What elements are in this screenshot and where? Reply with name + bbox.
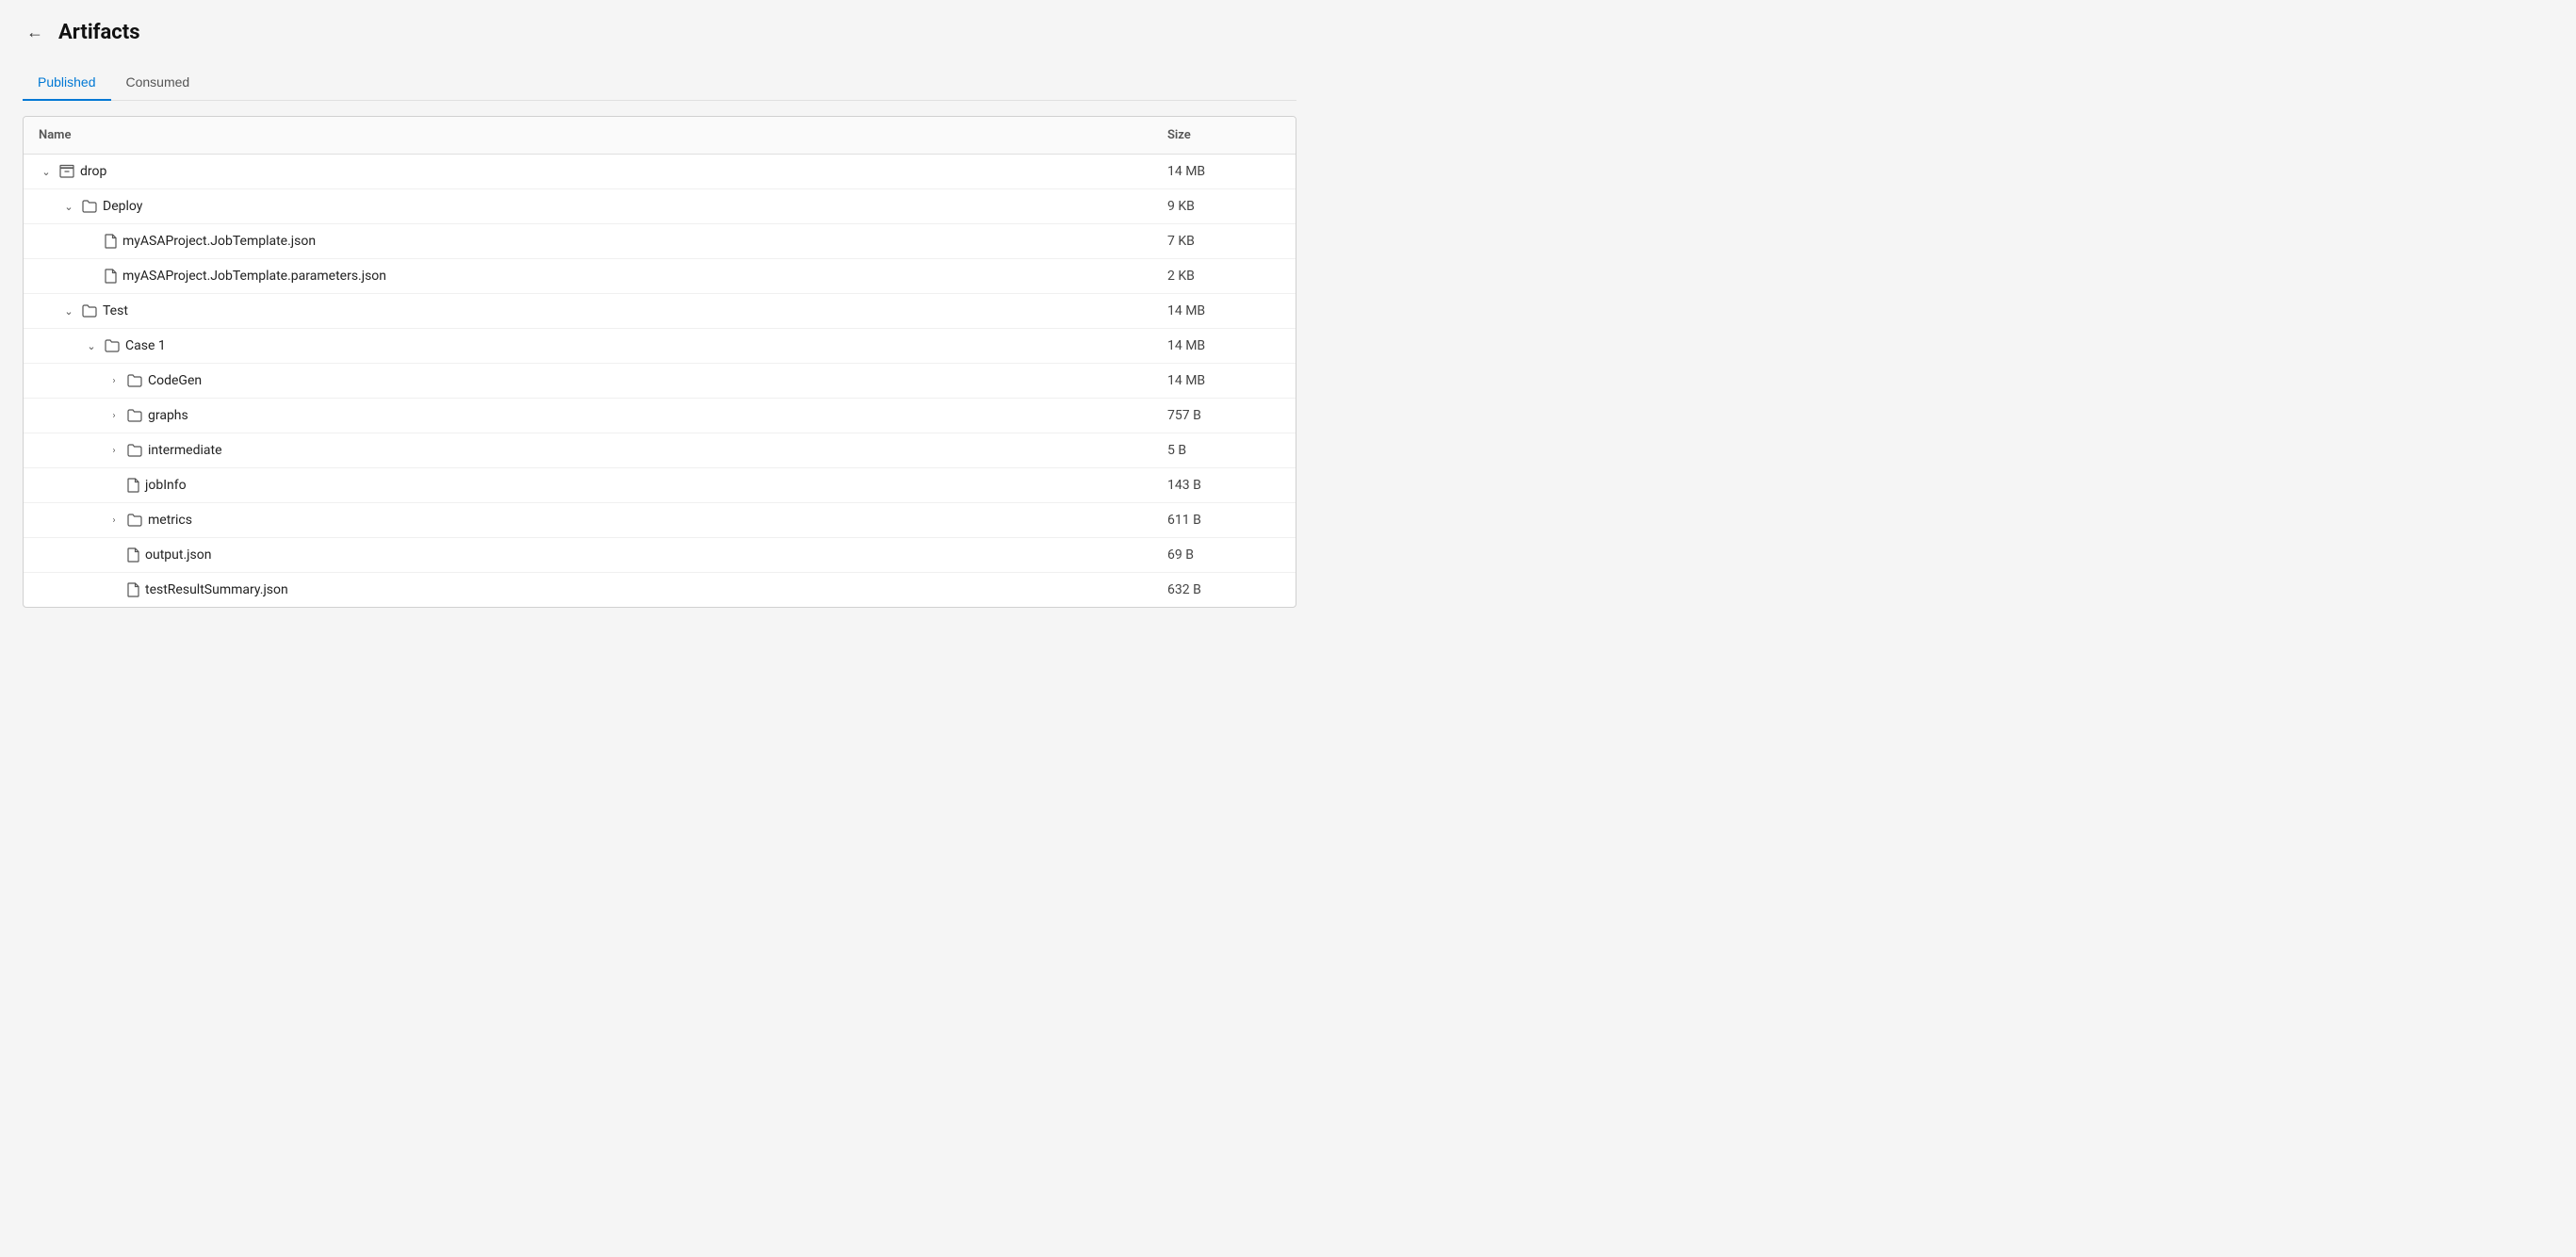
table-row: › CodeGen 14 MB	[24, 364, 1296, 399]
table-row: › intermediate 5 B	[24, 433, 1296, 468]
row-label: Deploy	[103, 199, 142, 214]
folder-icon	[127, 374, 142, 387]
row-name-file2: myASAProject.JobTemplate.parameters.json	[84, 269, 1167, 284]
row-label: testResultSummary.json	[145, 582, 288, 597]
row-name-file1: myASAProject.JobTemplate.json	[84, 234, 1167, 249]
table-row: testResultSummary.json 632 B	[24, 573, 1296, 607]
spacer	[84, 234, 99, 249]
page-container: ← Artifacts Published Consumed Name Size…	[0, 0, 1319, 627]
row-name-case1: ⌄ Case 1	[84, 338, 1167, 353]
column-name: Name	[39, 128, 1167, 142]
chevron-right-icon[interactable]: ›	[106, 443, 122, 458]
row-label: graphs	[148, 408, 188, 423]
row-label: intermediate	[148, 443, 222, 458]
file-icon	[105, 234, 117, 249]
file-icon	[127, 547, 139, 563]
file-icon	[127, 582, 139, 597]
column-size: Size	[1167, 128, 1280, 142]
table-row: output.json 69 B	[24, 538, 1296, 573]
row-name-test: ⌄ Test	[61, 303, 1167, 318]
tab-published[interactable]: Published	[23, 65, 111, 101]
folder-icon	[82, 200, 97, 213]
row-size: 632 B	[1167, 582, 1280, 597]
table-row: ⌄ Test 14 MB	[24, 294, 1296, 329]
row-size: 2 KB	[1167, 269, 1280, 284]
row-label: CodeGen	[148, 373, 202, 388]
row-size: 69 B	[1167, 547, 1280, 563]
row-name-drop: ⌄ drop	[39, 164, 1167, 179]
row-size: 14 MB	[1167, 303, 1280, 318]
table-row: ⌄ Deploy 9 KB	[24, 189, 1296, 224]
row-size: 14 MB	[1167, 164, 1280, 179]
chevron-down-icon[interactable]: ⌄	[61, 303, 76, 318]
spacer	[84, 269, 99, 284]
chevron-right-icon[interactable]: ›	[106, 373, 122, 388]
row-label: jobInfo	[145, 478, 187, 493]
table-row: jobInfo 143 B	[24, 468, 1296, 503]
chevron-right-icon[interactable]: ›	[106, 513, 122, 528]
row-name-metrics: › metrics	[106, 513, 1167, 528]
file-icon	[105, 269, 117, 284]
row-size: 7 KB	[1167, 234, 1280, 249]
row-name-intermediate: › intermediate	[106, 443, 1167, 458]
chevron-right-icon[interactable]: ›	[106, 408, 122, 423]
row-label: myASAProject.JobTemplate.json	[122, 234, 316, 249]
file-icon	[127, 478, 139, 493]
row-label: metrics	[148, 513, 192, 528]
spacer	[106, 478, 122, 493]
row-name-graphs: › graphs	[106, 408, 1167, 423]
tab-consumed[interactable]: Consumed	[111, 65, 205, 101]
row-size: 5 B	[1167, 443, 1280, 458]
page-header: ← Artifacts	[23, 19, 1296, 46]
folder-icon	[127, 444, 142, 457]
back-button[interactable]: ←	[23, 19, 47, 46]
archive-icon	[59, 164, 74, 179]
tabs-container: Published Consumed	[23, 65, 1296, 101]
folder-icon	[82, 304, 97, 318]
row-name-codegen: › CodeGen	[106, 373, 1167, 388]
row-label: output.json	[145, 547, 211, 563]
row-label: Test	[103, 303, 128, 318]
row-size: 14 MB	[1167, 373, 1280, 388]
artifacts-table: Name Size ⌄ drop 14 MB ⌄	[23, 116, 1296, 608]
folder-icon	[127, 514, 142, 527]
table-row: › metrics 611 B	[24, 503, 1296, 538]
row-size: 611 B	[1167, 513, 1280, 528]
table-row: ⌄ drop 14 MB	[24, 155, 1296, 189]
table-row: myASAProject.JobTemplate.json 7 KB	[24, 224, 1296, 259]
spacer	[106, 547, 122, 563]
row-name-testresult: testResultSummary.json	[106, 582, 1167, 597]
row-label: drop	[80, 164, 106, 179]
row-label: Case 1	[125, 338, 166, 353]
chevron-down-icon[interactable]: ⌄	[61, 199, 76, 214]
chevron-down-icon[interactable]: ⌄	[84, 338, 99, 353]
back-arrow-icon: ←	[26, 23, 43, 42]
folder-icon	[105, 339, 120, 352]
table-row: myASAProject.JobTemplate.parameters.json…	[24, 259, 1296, 294]
row-size: 757 B	[1167, 408, 1280, 423]
table-header: Name Size	[24, 117, 1296, 155]
row-name-deploy: ⌄ Deploy	[61, 199, 1167, 214]
row-size: 9 KB	[1167, 199, 1280, 214]
row-name-output: output.json	[106, 547, 1167, 563]
table-row: › graphs 757 B	[24, 399, 1296, 433]
page-title: Artifacts	[58, 21, 140, 44]
spacer	[106, 582, 122, 597]
table-row: ⌄ Case 1 14 MB	[24, 329, 1296, 364]
row-name-jobinfo: jobInfo	[106, 478, 1167, 493]
chevron-down-icon[interactable]: ⌄	[39, 164, 54, 179]
row-label: myASAProject.JobTemplate.parameters.json	[122, 269, 386, 284]
row-size: 14 MB	[1167, 338, 1280, 353]
row-size: 143 B	[1167, 478, 1280, 493]
folder-icon	[127, 409, 142, 422]
